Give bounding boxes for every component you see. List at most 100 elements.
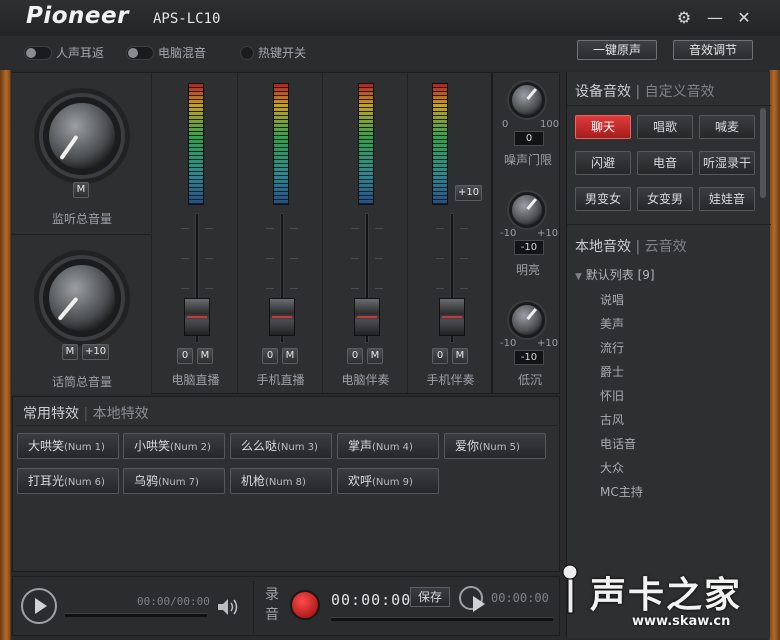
monitor-volume-knob[interactable] (43, 97, 121, 175)
monitor-mute-button[interactable]: M (73, 182, 89, 198)
record-label-bottom: 音 (265, 607, 279, 623)
watermark-text: 声卡之家 (590, 575, 743, 616)
record-time: 00:00:00 (331, 591, 412, 609)
fx-button[interactable]: 爱你(Num 5) (444, 433, 546, 459)
low-knob[interactable] (509, 302, 545, 338)
play-recording-icon[interactable] (459, 586, 485, 612)
tab-common-fx[interactable]: 常用特效 (23, 406, 79, 422)
noise-gate-knob[interactable] (509, 82, 545, 118)
recording-progress[interactable] (331, 617, 553, 621)
fx-button[interactable]: 欢呼(Num 9) (337, 468, 439, 494)
channel-boost-button[interactable]: +10 (455, 185, 483, 201)
toggle-hotkey[interactable]: 热键开关 (240, 44, 306, 61)
channel-mute-button[interactable]: M (367, 348, 383, 364)
tab-cloud-effects[interactable]: 云音效 (645, 239, 687, 255)
channel-mute-button[interactable]: M (282, 348, 298, 364)
tab-device-effects[interactable]: 设备音效 (575, 84, 631, 100)
tab-custom-effects[interactable]: 自定义音效 (645, 84, 715, 100)
effect-female-male-button[interactable]: 女变男 (637, 187, 693, 211)
gear-icon[interactable]: ⚙ (674, 8, 694, 28)
channel-mute-button[interactable]: M (197, 348, 213, 364)
mic-volume-panel: M +10 话筒总音量 (12, 234, 152, 394)
effect-electro-button[interactable]: 电音 (637, 151, 693, 175)
channel-zero-button[interactable]: 0 (432, 348, 448, 364)
effect-male-female-button[interactable]: 男变女 (575, 187, 631, 211)
mic-mute-button[interactable]: M (62, 344, 78, 360)
knob-indicator (57, 296, 79, 321)
reset-sound-button[interactable]: 一键原声 (577, 40, 657, 60)
fader-handle[interactable] (354, 298, 380, 336)
level-meter (188, 83, 204, 205)
default-list-label: 默认列表 [9] (585, 268, 655, 282)
switch-icon[interactable] (24, 45, 52, 60)
playback-progress[interactable] (65, 613, 207, 617)
channel-zero-button[interactable]: 0 (177, 348, 193, 364)
list-item[interactable]: MC主持 (600, 483, 643, 500)
sound-adjust-button[interactable]: 音效调节 (673, 40, 753, 60)
default-list-node[interactable]: ▼ 默认列表 [9] (575, 266, 655, 283)
toggle-label: 热键开关 (258, 46, 307, 60)
monitor-volume-panel: M 监听总音量 (12, 73, 152, 233)
knob-indicator (526, 308, 538, 320)
save-button[interactable]: 保存 (410, 587, 450, 607)
effect-shout-button[interactable]: 喊麦 (699, 115, 755, 139)
close-icon[interactable]: ✕ (734, 8, 754, 28)
watermark: 声卡之家 www.skaw.cn (560, 560, 774, 636)
fx-button[interactable]: 掌声(Num 4) (337, 433, 439, 459)
monitor-volume-label: 监听总音量 (51, 212, 112, 226)
speaker-icon[interactable] (216, 596, 240, 618)
channel-zero-button[interactable]: 0 (347, 348, 363, 364)
list-item[interactable]: 美声 (600, 315, 624, 332)
list-item[interactable]: 流行 (600, 339, 624, 356)
effect-baby-voice-button[interactable]: 娃娃音 (699, 187, 755, 211)
fader-handle[interactable] (439, 298, 465, 336)
list-item[interactable]: 古风 (600, 411, 624, 428)
mic-volume-knob[interactable] (43, 259, 121, 337)
effect-dodge-button[interactable]: 闪避 (575, 151, 631, 175)
bright-knob[interactable] (509, 192, 545, 228)
watermark-url: www.skaw.cn (632, 614, 731, 629)
mic-boost-button[interactable]: +10 (82, 344, 110, 360)
title-bar: Pioneer APS-LC10 ⚙ — ✕ (0, 0, 780, 36)
list-item[interactable]: 说唱 (600, 291, 624, 308)
channel-zero-button[interactable]: 0 (262, 348, 278, 364)
channel-mute-button[interactable]: M (452, 348, 468, 364)
effect-wet-dry-button[interactable]: 听湿录干 (699, 151, 755, 175)
fader-handle[interactable] (269, 298, 295, 336)
list-item[interactable]: 电话音 (600, 435, 636, 452)
fx-button[interactable]: 机枪(Num 8) (230, 468, 332, 494)
effect-chat-button[interactable]: 聊天 (575, 115, 631, 139)
sidebar-scrollbar[interactable] (760, 108, 766, 198)
effect-sing-button[interactable]: 唱歌 (637, 115, 693, 139)
radio-icon[interactable] (240, 45, 254, 60)
knob-indicator (526, 198, 538, 210)
list-item[interactable]: 爵士 (600, 363, 624, 380)
play-icon[interactable] (21, 588, 57, 624)
low-value: -10 (514, 350, 544, 365)
list-item[interactable]: 大众 (600, 459, 624, 476)
channel-phone-accompany: +10 0 M 手机伴奏 (408, 73, 493, 393)
record-button[interactable] (290, 590, 320, 620)
minimize-icon[interactable]: — (705, 8, 725, 28)
fx-tabs: 常用特效 | 本地特效 (23, 406, 149, 422)
tab-local-effects[interactable]: 本地音效 (575, 239, 631, 255)
knob-indicator (526, 88, 538, 100)
switch-icon[interactable] (126, 45, 154, 60)
tab-local-fx[interactable]: 本地特效 (93, 406, 149, 422)
toggle-pc-mix[interactable]: 电脑混音 (126, 44, 206, 61)
noise-gate-value: 0 (514, 131, 544, 146)
bright-max: +10 (537, 228, 559, 239)
list-item[interactable]: 怀旧 (600, 387, 624, 404)
bright-value: -10 (514, 240, 544, 255)
fx-button[interactable]: 么么哒(Num 3) (230, 433, 332, 459)
low-max: +10 (537, 338, 559, 349)
fx-button[interactable]: 大哄笑(Num 1) (17, 433, 119, 459)
device-effects-tabs: 设备音效 | 自定义音效 (575, 84, 715, 100)
toggle-label: 人声耳返 (56, 46, 105, 60)
fader-handle[interactable] (184, 298, 210, 336)
channel-pc-accompany: 0 M 电脑伴奏 (323, 73, 408, 393)
toggle-voice-return[interactable]: 人声耳返 (24, 44, 104, 61)
fx-button[interactable]: 乌鸦(Num 7) (123, 468, 225, 494)
fx-button[interactable]: 打耳光(Num 6) (17, 468, 119, 494)
fx-button[interactable]: 小哄笑(Num 2) (123, 433, 225, 459)
